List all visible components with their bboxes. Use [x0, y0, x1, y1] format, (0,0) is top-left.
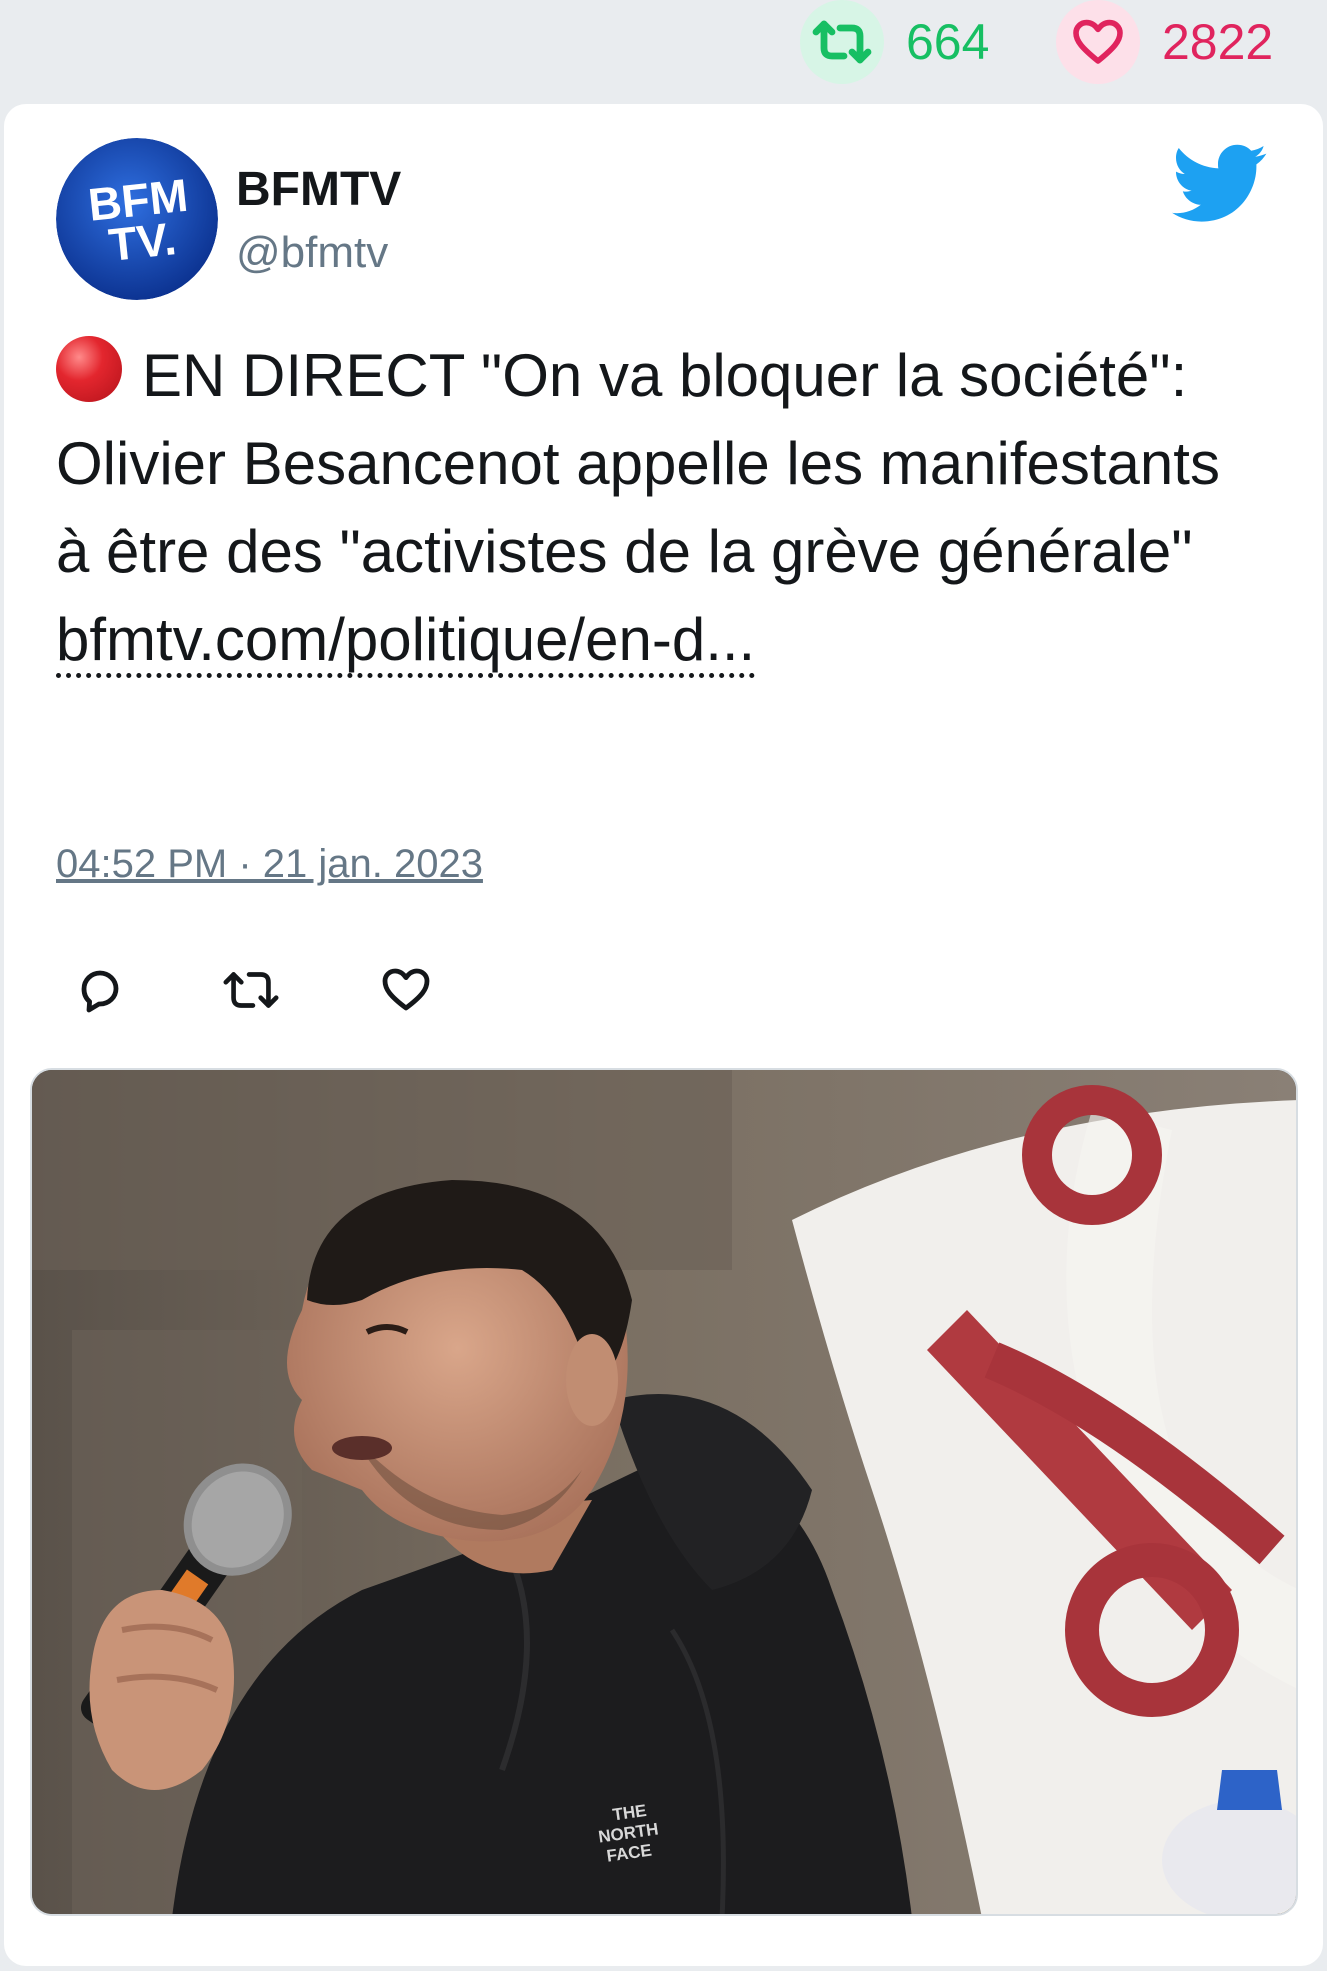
tweet-photo[interactable]: THE NORTH FACE	[30, 1068, 1298, 1916]
reply-icon[interactable]	[74, 964, 126, 1021]
avatar[interactable]: BFM TV.	[56, 138, 218, 300]
retweet-icon	[800, 0, 884, 84]
svg-text:TV.: TV.	[106, 212, 178, 271]
like-stat[interactable]: 2822	[1056, 0, 1273, 84]
heart-icon	[1056, 0, 1140, 84]
heart-icon[interactable]	[380, 964, 432, 1021]
retweet-icon[interactable]	[220, 964, 282, 1021]
tweet-timestamp[interactable]: 04:52 PM · 21 jan. 2023	[56, 842, 483, 887]
tweet-card[interactable]: BFM TV. BFMTV @bfmtv EN DIRECT "On va bl…	[4, 104, 1323, 1966]
tweet-text: EN DIRECT "On va bloquer la société": Ol…	[56, 332, 1256, 684]
retweet-stat[interactable]: 664	[800, 0, 989, 84]
tweet-body: EN DIRECT "On va bloquer la société": Ol…	[56, 342, 1220, 585]
twitter-bird-icon[interactable]	[1172, 144, 1268, 224]
engagement-stats: 664 2822	[0, 0, 1327, 100]
red-circle-icon	[56, 336, 122, 402]
like-count: 2822	[1162, 14, 1274, 70]
user-handle[interactable]: @bfmtv	[236, 228, 388, 278]
tweet-link[interactable]: bfmtv.com/politique/en-d...	[56, 606, 756, 678]
display-name[interactable]: BFMTV	[236, 162, 401, 217]
retweet-count: 664	[906, 14, 990, 70]
